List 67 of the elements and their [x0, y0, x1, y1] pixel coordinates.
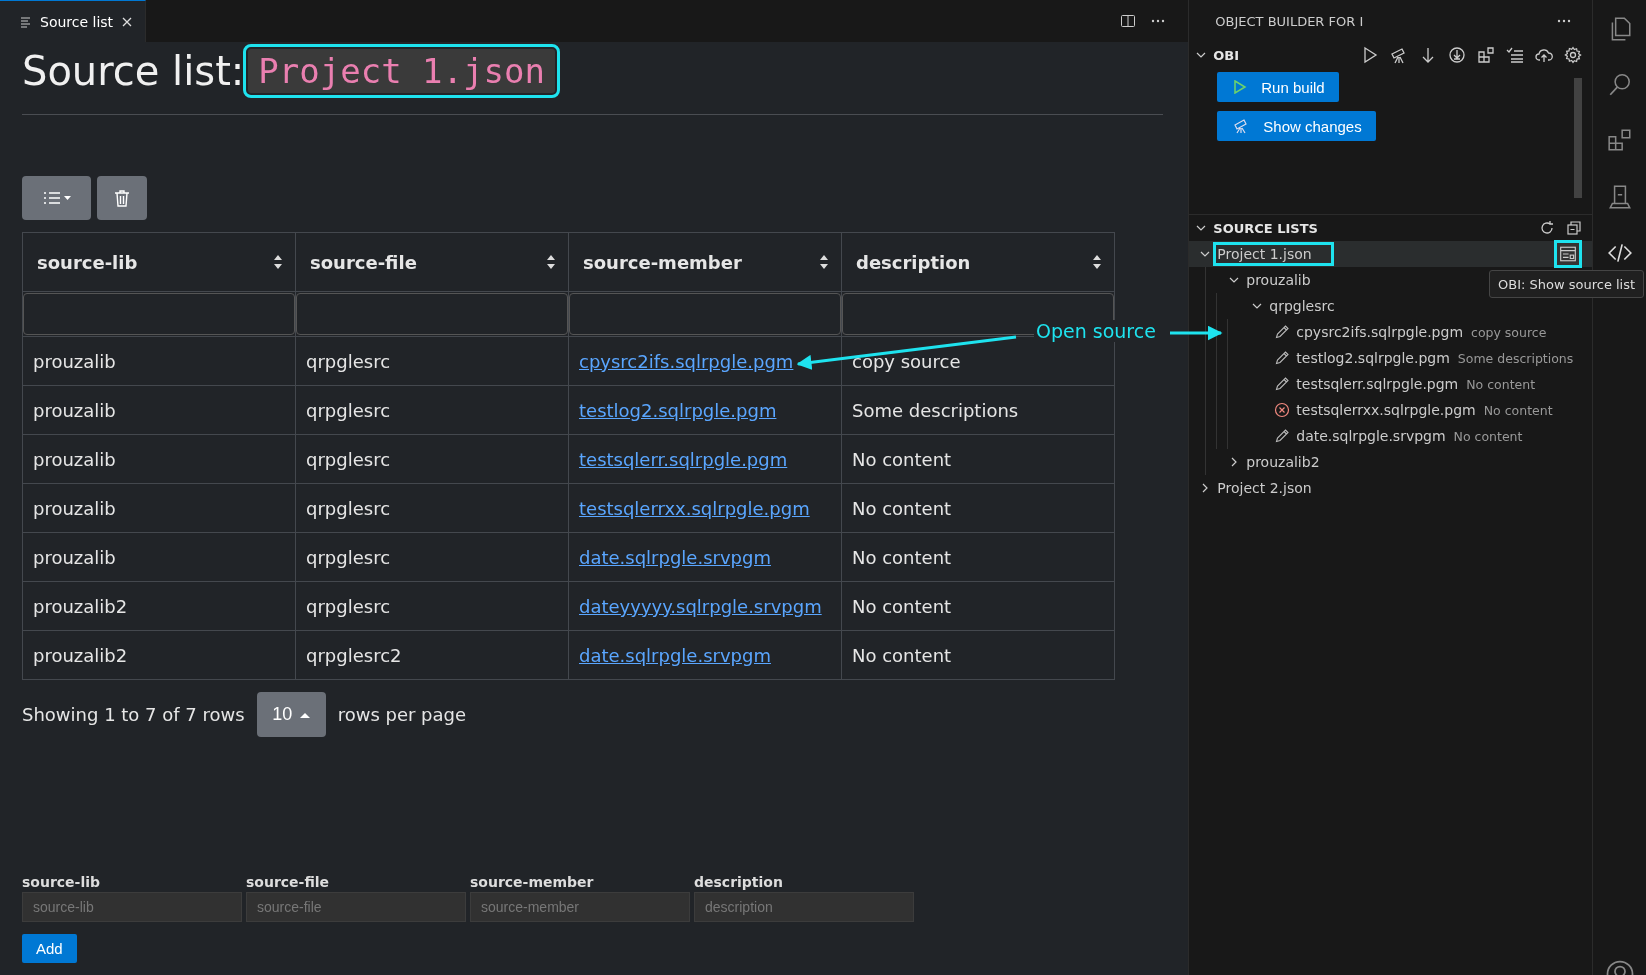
input-field[interactable]: source-member	[470, 892, 690, 922]
tree-item-description: Some descriptions	[1457, 350, 1574, 366]
tree-item-label: testsqlerrxx.sqlrpgle.pgm	[1296, 402, 1476, 418]
table-cell: No content	[841, 434, 1115, 484]
tree-row[interactable]: Project 1.json	[1189, 241, 1593, 267]
table-cell: qrpglesrc	[295, 532, 569, 582]
page-title: Source list:	[22, 48, 245, 94]
tree-row[interactable]: testsqlerrxx.sqlrpgle.pgm No content	[1228, 397, 1593, 423]
tooltip: OBI: Show source list	[1489, 270, 1645, 298]
table-cell: prouzalib	[22, 483, 296, 533]
table-cell: Some descriptions	[841, 385, 1115, 435]
field-label: source-lib	[22, 874, 102, 890]
field-label: description	[694, 874, 784, 890]
table-cell: prouzalib	[22, 336, 296, 386]
tree-item-label: Project 2.json	[1217, 480, 1312, 496]
table-cell: No content	[841, 532, 1115, 582]
table-cell: No content	[841, 630, 1115, 680]
pagination-summary: Showing 1 to 7 of 7 rows	[22, 704, 245, 725]
field-label: source-member	[470, 874, 595, 890]
editor-tab[interactable]: Source list	[0, 0, 147, 42]
section-title[interactable]: SOURCE LISTS	[1213, 220, 1318, 236]
table-cell: No content	[841, 581, 1115, 631]
tree-item-label: prouzalib2	[1246, 454, 1320, 470]
input-field[interactable]: source-lib	[22, 892, 242, 922]
add-button[interactable]: Add	[22, 934, 77, 963]
column-header[interactable]: source-file	[295, 232, 569, 292]
table-cell: qrpglesrc	[295, 581, 569, 631]
tree-item-label: date.sqlrpgle.srvpgm	[1296, 428, 1446, 444]
table-cell: prouzalib2	[22, 630, 296, 680]
tree-item-description: No content	[1466, 376, 1536, 392]
table-cell: prouzalib	[22, 532, 296, 582]
tree-row[interactable]: testsqlerr.sqlrpgle.pgm No content	[1228, 371, 1593, 397]
table-cell: qrpglesrc	[295, 385, 569, 435]
tree-item-label: testlog2.sqlrpgle.pgm	[1296, 350, 1450, 366]
page-size-dropdown[interactable]: 10	[256, 692, 326, 737]
tree-row[interactable]: prouzalib2	[1206, 449, 1593, 475]
table-cell: qrpglesrc	[295, 483, 569, 533]
table-cell: prouzalib	[22, 434, 296, 484]
tree-row[interactable]: date.sqlrpgle.srvpgm No content	[1228, 423, 1593, 449]
tree-item-description: No content	[1483, 402, 1553, 418]
tree-row[interactable]: testlog2.sqlrpgle.pgm Some descriptions	[1228, 345, 1593, 371]
tree-item-label: cpysrc2ifs.sqlrpgle.pgm	[1296, 324, 1464, 340]
run-build-button[interactable]: Run build	[1217, 72, 1339, 102]
tree-row[interactable]: Project 2.json	[1189, 475, 1593, 501]
tree-item-label: prouzalib	[1246, 272, 1311, 288]
table-cell: No content	[841, 483, 1115, 533]
show-changes-button[interactable]: Show changes	[1217, 111, 1376, 141]
tree-item-description: copy source	[1471, 324, 1547, 340]
table-cell: prouzalib	[22, 385, 296, 435]
table-cell: prouzalib2	[22, 581, 296, 631]
column-header[interactable]: source-member	[568, 232, 842, 292]
tab-label: Source list	[40, 13, 114, 30]
tree-item-label: testsqlerr.sqlrpgle.pgm	[1296, 376, 1459, 392]
table-cell: qrpglesrc	[295, 434, 569, 484]
sidebar-title: OBJECT BUILDER FOR I	[1215, 13, 1364, 29]
tree-row[interactable]: cpysrc2ifs.sqlrpgle.pgm copy source	[1228, 319, 1593, 345]
section-title[interactable]: OBI	[1213, 47, 1240, 63]
table-cell: qrpglesrc	[295, 336, 569, 386]
tree-item-description: No content	[1453, 428, 1523, 444]
table-cell: qrpglesrc2	[295, 630, 569, 680]
field-label: source-file	[246, 874, 331, 890]
input-field[interactable]: description	[694, 892, 914, 922]
column-header[interactable]: description	[841, 232, 1115, 292]
tree-item-label: qrpglesrc	[1269, 298, 1335, 314]
column-header[interactable]: source-lib	[22, 232, 296, 292]
input-field[interactable]: source-file	[246, 892, 466, 922]
pagination-label: rows per page	[337, 704, 467, 725]
